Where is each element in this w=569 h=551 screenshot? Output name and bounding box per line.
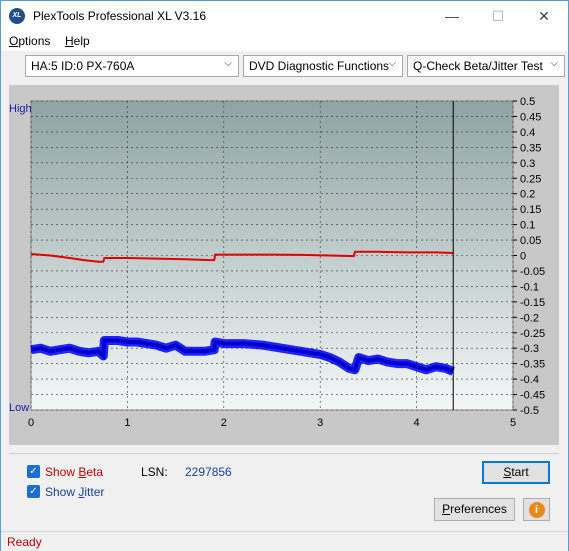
show-beta-label-b: eta	[86, 465, 104, 479]
menu-help-accel: H	[65, 34, 74, 48]
preferences-label: references	[450, 502, 507, 516]
y-tick-label: -0.05	[520, 266, 545, 278]
lsn-value: 2297856	[185, 465, 232, 479]
start-button[interactable]: Start	[482, 461, 550, 484]
show-beta-label[interactable]: Show Beta	[45, 465, 103, 479]
x-tick-label: 2	[221, 417, 227, 429]
y-tick-label: -0.35	[520, 359, 545, 371]
y-tick-label: -0.1	[520, 281, 539, 293]
y-tick-label: -0.4	[520, 374, 539, 386]
show-jitter-label-b: itter	[84, 485, 105, 499]
maximize-button[interactable]: ☐	[475, 1, 521, 31]
y-tick-label: 0.3	[520, 158, 535, 170]
x-tick-label: 5	[510, 417, 516, 429]
y-tick-label: -0.2	[520, 312, 539, 324]
preferences-button[interactable]: Preferences	[434, 498, 515, 521]
x-tick-label: 4	[414, 417, 420, 429]
show-jitter-label[interactable]: Show Jitter	[45, 485, 104, 499]
lsn-label: LSN:	[141, 465, 168, 479]
chevron-down-icon: ⌵	[550, 58, 558, 69]
menu-bar: Options Help	[1, 31, 568, 51]
chart-panel: High Low 0 1 2 3 4 5 0.5 0.45 0.4 0.35 0.3 0.25 0.2…	[9, 85, 559, 445]
y-tick-label: 0.15	[520, 204, 541, 216]
function-select-value: DVD Diagnostic Functions	[249, 59, 390, 73]
chevron-down-icon: ⌵	[388, 58, 396, 69]
beta-jitter-chart: High Low 0 1 2 3 4 5 0.5 0.45 0.4 0.35 0.3 0.25 0.2…	[9, 96, 545, 429]
menu-options[interactable]: Options	[9, 34, 50, 48]
y-tick-label: -0.15	[520, 297, 545, 309]
title-bar[interactable]: XL PlexTools Professional XL V3.16 — ☐ ✕	[1, 1, 568, 31]
show-beta-checkbox[interactable]: ✓	[27, 465, 40, 478]
show-jitter-checkbox[interactable]: ✓	[27, 485, 40, 498]
y-tick-label: -0.45	[520, 390, 545, 402]
drive-select-value: HA:5 ID:0 PX-760A	[31, 59, 135, 73]
minimize-button[interactable]: —	[429, 1, 475, 31]
x-axis: 0 1 2 3 4 5	[28, 417, 516, 429]
y-tick-label: 0.1	[520, 220, 535, 232]
toolbar: HA:5 ID:0 PX-760A ⌵ DVD Diagnostic Funct…	[1, 51, 568, 81]
app-window: XL PlexTools Professional XL V3.16 — ☐ ✕…	[0, 0, 569, 551]
status-text: Ready	[7, 535, 42, 549]
y-tick-label: -0.3	[520, 343, 539, 355]
x-tick-label: 0	[28, 417, 34, 429]
status-bar: Ready	[1, 531, 568, 551]
function-select[interactable]: DVD Diagnostic Functions ⌵	[243, 55, 403, 77]
high-label: High	[9, 103, 32, 115]
y-tick-label: 0.4	[520, 127, 535, 139]
y-tick-label: 0.2	[520, 189, 535, 201]
info-icon: i	[528, 502, 545, 518]
chevron-down-icon: ⌵	[224, 58, 232, 69]
x-tick-label: 1	[124, 417, 130, 429]
test-select-value: Q-Check Beta/Jitter Test	[413, 59, 543, 73]
drive-select[interactable]: HA:5 ID:0 PX-760A ⌵	[25, 55, 239, 77]
controls-panel: ✓ Show Beta ✓ Show Jitter LSN: 2297856 S…	[9, 453, 559, 527]
show-jitter-label-a: Show	[45, 485, 79, 499]
test-select[interactable]: Q-Check Beta/Jitter Test ⌵	[407, 55, 565, 77]
menu-help[interactable]: Help	[65, 34, 90, 48]
menu-options-accel: O	[9, 34, 19, 48]
preferences-accel: P	[442, 502, 451, 516]
y-tick-label: -0.5	[520, 405, 539, 417]
y-tick-label: 0	[520, 251, 526, 263]
y-tick-label: 0.5	[520, 96, 535, 108]
menu-options-label: ptions	[18, 34, 51, 48]
y-tick-label: -0.25	[520, 328, 545, 340]
y-tick-label: 0.05	[520, 235, 541, 247]
show-beta-label-a: Show	[45, 465, 79, 479]
y-axis: 0.5 0.45 0.4 0.35 0.3 0.25 0.2 0.15 0.1 0.05 0 -0.0…	[513, 96, 545, 417]
info-button[interactable]: i	[523, 498, 550, 521]
window-title: PlexTools Professional XL V3.16	[33, 9, 206, 23]
x-tick-label: 3	[317, 417, 323, 429]
menu-help-label: elp	[73, 34, 90, 48]
start-label: tart	[511, 465, 529, 479]
app-logo-icon: XL	[9, 8, 25, 24]
y-tick-label: 0.35	[520, 142, 541, 154]
low-label: Low	[9, 402, 29, 414]
y-tick-label: 0.45	[520, 111, 541, 123]
close-button[interactable]: ✕	[521, 1, 567, 31]
y-tick-label: 0.25	[520, 173, 541, 185]
